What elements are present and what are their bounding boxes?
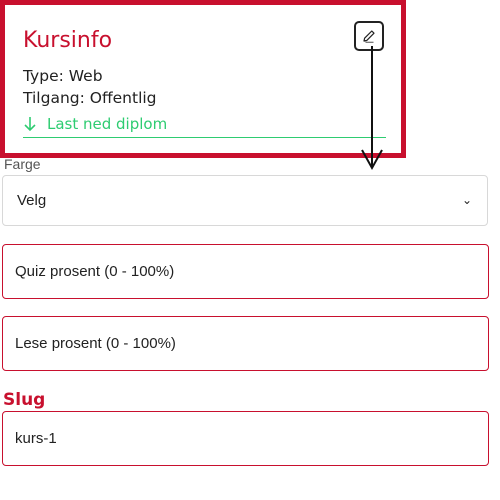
color-select[interactable]: Velg ⌄	[2, 175, 488, 226]
quiz-percent-input[interactable]	[2, 244, 489, 299]
download-diploma-label: Last ned diplom	[47, 115, 168, 133]
arrow-down-icon	[24, 117, 36, 132]
color-select-value: Velg	[17, 192, 47, 209]
reading-percent-input[interactable]	[2, 316, 489, 371]
card-title: Kursinfo	[23, 28, 113, 53]
card-divider	[23, 137, 386, 138]
course-access: Tilgang: Offentlig	[23, 89, 157, 107]
course-settings-page: Farge Velg ⌄ Slug Kursinfo Type: Web Til…	[0, 0, 500, 500]
slug-label: Slug	[3, 390, 46, 410]
course-info-card: Kursinfo Type: Web Tilgang: Offentlig La…	[0, 0, 406, 158]
slug-input[interactable]	[2, 411, 489, 466]
download-diploma-link[interactable]: Last ned diplom	[23, 113, 167, 135]
pencil-icon	[363, 30, 375, 43]
course-type: Type: Web	[23, 67, 103, 85]
chevron-down-icon: ⌄	[461, 193, 473, 207]
color-label: Farge	[4, 156, 41, 172]
edit-button[interactable]	[354, 21, 384, 51]
